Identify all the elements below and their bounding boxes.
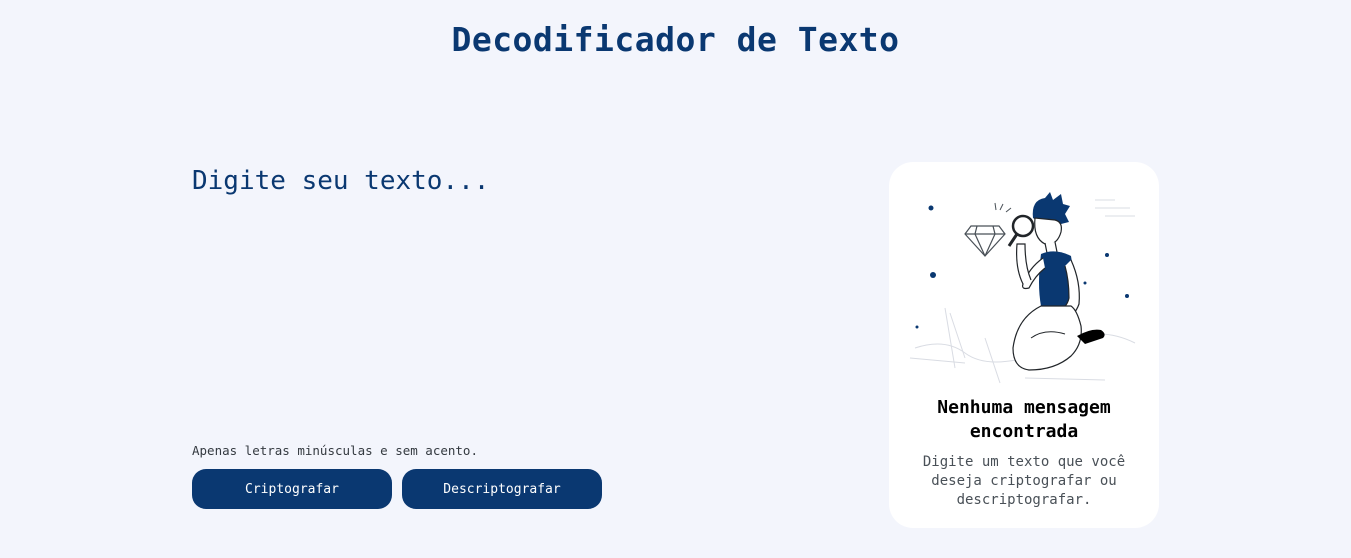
person-with-magnifier-illustration bbox=[909, 192, 1136, 384]
encrypt-button[interactable]: Criptografar bbox=[192, 469, 392, 509]
input-hint: Apenas letras minúsculas e sem acento. bbox=[192, 443, 478, 458]
decrypt-button[interactable]: Descriptografar bbox=[402, 469, 602, 509]
output-panel: Nenhuma mensagem encontrada Digite um te… bbox=[889, 162, 1159, 528]
output-title: Nenhuma mensagem encontrada bbox=[937, 397, 1111, 442]
page-title: Decodificador de Texto bbox=[451, 20, 900, 59]
output-description: Digite um texto que você deseja criptogr… bbox=[922, 454, 1126, 508]
page: Decodificador de Texto Apenas letras min… bbox=[0, 0, 1351, 558]
text-input[interactable] bbox=[192, 162, 832, 432]
